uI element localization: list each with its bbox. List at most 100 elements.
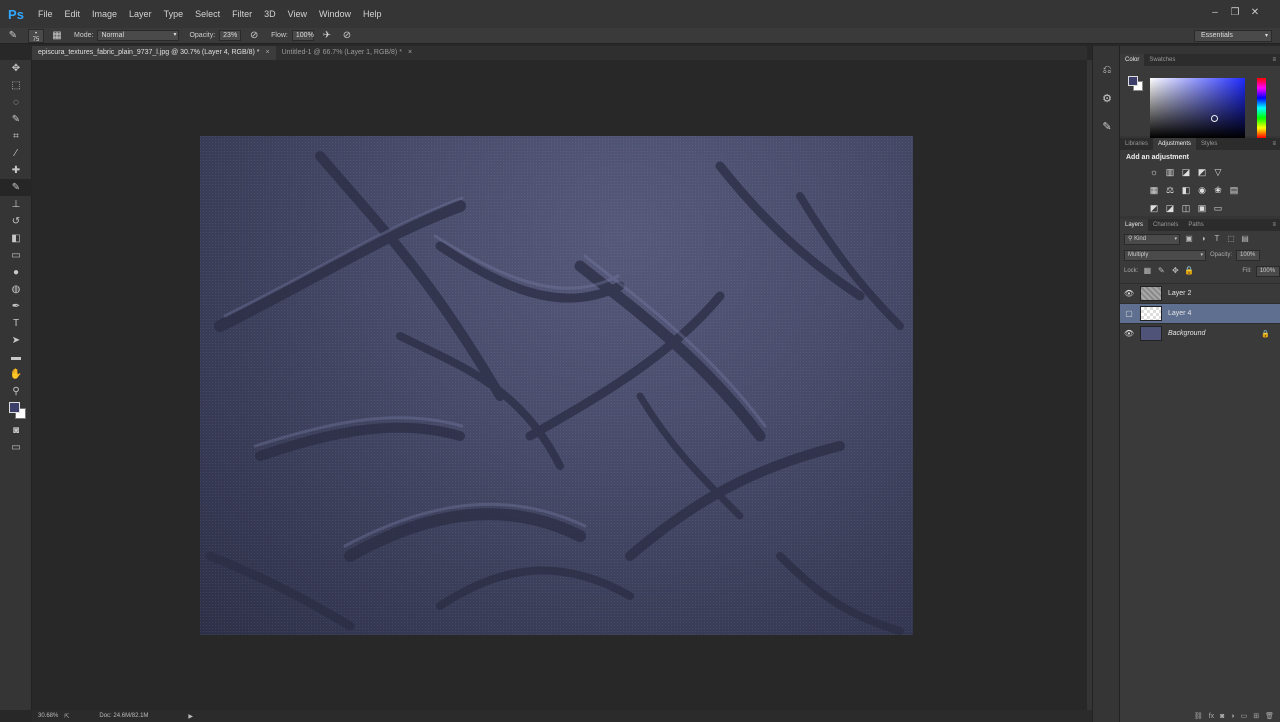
pixel-filter-icon[interactable]: ▣ <box>1184 234 1194 244</box>
minimize-button[interactable]: – <box>1208 6 1222 20</box>
tab-swatches[interactable]: Swatches <box>1144 54 1180 66</box>
panel-menu-icon[interactable]: ≡ <box>1272 222 1276 228</box>
menu-filter[interactable]: Filter <box>226 0 258 28</box>
layer-opacity-input[interactable]: 100% <box>1236 249 1261 261</box>
color-lookup-icon[interactable]: ▤ <box>1228 184 1240 196</box>
tab-libraries[interactable]: Libraries <box>1120 138 1153 150</box>
zoom-tool-icon[interactable]: ⚲ <box>0 383 32 400</box>
mode-select[interactable]: Normal ▾ <box>97 30 180 41</box>
hand-tool-icon[interactable]: ✋ <box>0 366 32 383</box>
adjustment-layer-icon[interactable]: ◑ <box>1230 713 1234 720</box>
tab-layers[interactable]: Layers <box>1120 219 1149 231</box>
hue-slider[interactable] <box>1257 78 1266 138</box>
visibility-eye-icon[interactable]: 👁 <box>1120 329 1138 338</box>
tab-styles[interactable]: Styles <box>1196 138 1222 150</box>
layer-row-layer-2[interactable]: 👁 Layer 2 <box>1120 283 1280 303</box>
tab-paths[interactable]: Paths <box>1183 219 1208 231</box>
quick-mask-icon[interactable]: ◙ <box>0 422 32 439</box>
channel-mixer-icon[interactable]: ❀ <box>1212 184 1224 196</box>
path-selection-tool-icon[interactable]: ➤ <box>0 332 32 349</box>
menu-file[interactable]: File <box>32 0 59 28</box>
exposure-icon[interactable]: ◩ <box>1196 166 1208 178</box>
brush-panel-icon[interactable]: ▦ <box>50 29 64 43</box>
layer-fill-input[interactable]: 100% <box>1255 265 1280 277</box>
visibility-toggle-empty[interactable]: ▢ <box>1120 309 1138 318</box>
curves-icon[interactable]: ◪ <box>1180 166 1192 178</box>
panel-menu-icon[interactable]: ≡ <box>1272 57 1276 63</box>
threshold-icon[interactable]: ◫ <box>1180 202 1192 214</box>
menu-layer[interactable]: Layer <box>123 0 158 28</box>
brush-settings-icon[interactable]: ✎ <box>1093 112 1121 140</box>
zoom-level[interactable]: 30.68% <box>38 713 58 719</box>
close-button[interactable]: ✕ <box>1248 6 1262 20</box>
brush-tool-icon[interactable]: ✎ <box>6 29 20 43</box>
menu-window[interactable]: Window <box>313 0 357 28</box>
clone-stamp-tool-icon[interactable]: ⊥ <box>0 196 32 213</box>
properties-icon[interactable]: ⚙ <box>1093 84 1121 112</box>
type-tool-icon[interactable]: T <box>0 315 32 332</box>
tab-document-1[interactable]: episcura_textures_fabric_plain_9737_l.jp… <box>32 46 276 60</box>
panel-menu-icon[interactable]: ≡ <box>1272 141 1276 147</box>
flow-input[interactable]: 100% <box>291 30 314 41</box>
color-swatches[interactable] <box>0 400 32 422</box>
screen-mode-icon[interactable]: ▭ <box>0 439 32 456</box>
layer-row-background[interactable]: 👁 Background 🔒 <box>1120 323 1280 343</box>
color-picker-cursor[interactable] <box>1211 115 1218 122</box>
shape-filter-icon[interactable]: ⬚ <box>1226 234 1236 244</box>
black-white-icon[interactable]: ◧ <box>1180 184 1192 196</box>
menu-3d[interactable]: 3D <box>258 0 282 28</box>
photo-filter-icon[interactable]: ◉ <box>1196 184 1208 196</box>
menu-image[interactable]: Image <box>86 0 123 28</box>
history-brush-tool-icon[interactable]: ↺ <box>0 213 32 230</box>
document-canvas[interactable] <box>200 136 913 635</box>
lock-pixels-icon[interactable]: ▦ <box>1142 266 1152 276</box>
new-layer-icon[interactable]: ⊞ <box>1253 712 1259 720</box>
tab-color[interactable]: Color <box>1120 54 1145 66</box>
history-icon[interactable]: ⎌ <box>1093 56 1121 84</box>
color-picker-field[interactable] <box>1150 78 1245 138</box>
foreground-color-swatch[interactable] <box>9 402 20 413</box>
eyedropper-tool-icon[interactable]: ⁄ <box>0 145 32 162</box>
menu-edit[interactable]: Edit <box>59 0 87 28</box>
menu-type[interactable]: Type <box>158 0 190 28</box>
shape-tool-icon[interactable]: ▬ <box>0 349 32 366</box>
hue-saturation-icon[interactable]: ▦ <box>1148 184 1160 196</box>
pen-tool-icon[interactable]: ✒ <box>0 298 32 315</box>
brightness-icon[interactable]: ☼ <box>1148 166 1160 178</box>
gradient-map-icon[interactable]: ▭ <box>1212 202 1224 214</box>
move-tool-icon[interactable]: ✥ <box>0 60 32 77</box>
brush-tool-icon[interactable]: ✎ <box>0 179 32 196</box>
menu-select[interactable]: Select <box>189 0 226 28</box>
levels-icon[interactable]: ▥ <box>1164 166 1176 178</box>
link-layers-icon[interactable]: ⛓ <box>1194 712 1203 720</box>
crop-tool-icon[interactable]: ⌗ <box>0 128 32 145</box>
quick-select-tool-icon[interactable]: ✎ <box>0 111 32 128</box>
foreground-color-swatch[interactable] <box>1128 76 1138 86</box>
gradient-tool-icon[interactable]: ▭ <box>0 247 32 264</box>
healing-brush-tool-icon[interactable]: ✚ <box>0 162 32 179</box>
visibility-eye-icon[interactable]: 👁 <box>1120 289 1138 298</box>
pressure-size-icon[interactable]: ⊘ <box>340 29 354 43</box>
close-tab-icon[interactable]: × <box>266 46 270 60</box>
lock-paint-icon[interactable]: ✎ <box>1156 266 1166 276</box>
workspace-select[interactable]: Essentials ▾ <box>1194 30 1272 42</box>
close-tab-icon[interactable]: × <box>408 46 412 60</box>
status-menu-arrow-icon[interactable]: ▶ <box>188 713 193 720</box>
tab-document-2[interactable]: Untitled-1 @ 66.7% (Layer 1, RGB/8) * × <box>276 46 418 60</box>
layer-row-layer-4[interactable]: ▢ Layer 4 <box>1120 303 1280 323</box>
airbrush-icon[interactable]: ✈ <box>320 29 334 43</box>
layer-style-icon[interactable]: fx <box>1209 713 1214 720</box>
invert-icon[interactable]: ◩ <box>1148 202 1160 214</box>
color-balance-icon[interactable]: ⚖ <box>1164 184 1176 196</box>
adjustment-filter-icon[interactable]: ◑ <box>1198 234 1208 244</box>
blend-mode-select[interactable]: Multiply ▾ <box>1124 249 1206 261</box>
marquee-tool-icon[interactable]: ⬚ <box>0 77 32 94</box>
delete-layer-icon[interactable]: 🗑 <box>1265 712 1274 720</box>
posterize-icon[interactable]: ◪ <box>1164 202 1176 214</box>
dodge-tool-icon[interactable]: ◍ <box>0 281 32 298</box>
tab-channels[interactable]: Channels <box>1148 219 1183 231</box>
vibrance-icon[interactable]: ▽ <box>1212 166 1224 178</box>
eraser-tool-icon[interactable]: ◧ <box>0 230 32 247</box>
menu-view[interactable]: View <box>282 0 313 28</box>
canvas-area[interactable] <box>32 60 1087 710</box>
